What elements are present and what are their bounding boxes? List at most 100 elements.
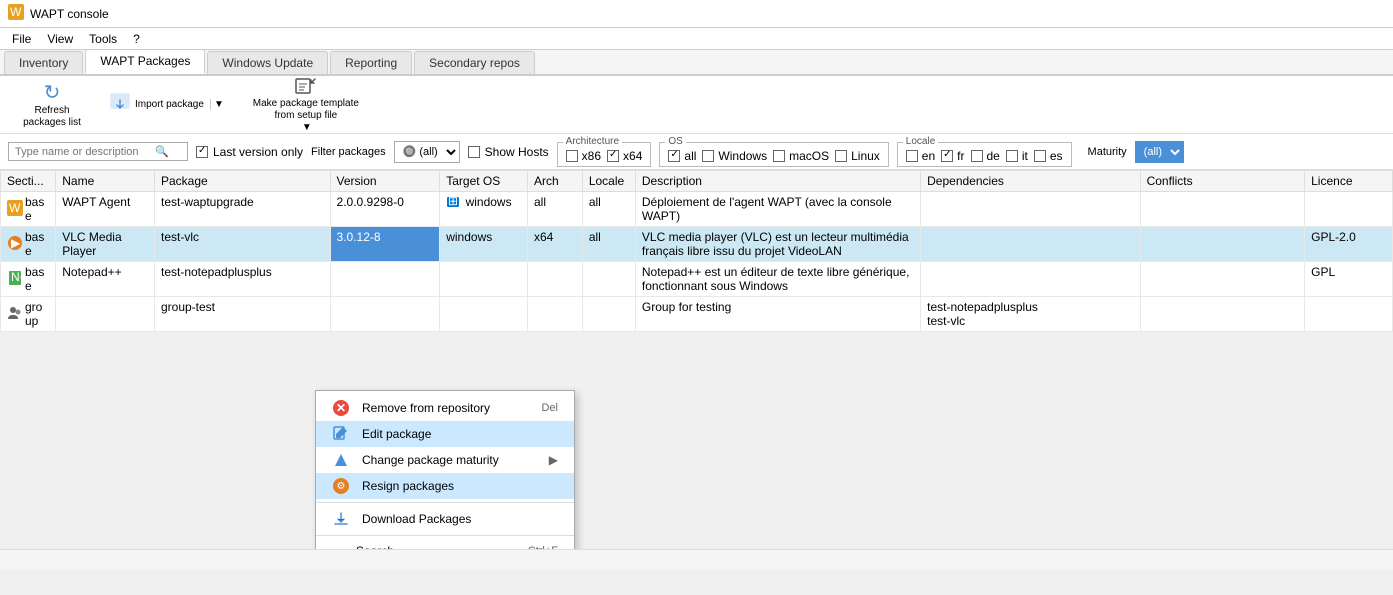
table-row[interactable]: N++ bas e Notepad++ test-notepadplusplus… <box>1 262 1393 297</box>
os-linux-label[interactable]: Linux <box>835 149 880 163</box>
ctx-change-maturity[interactable]: Change package maturity ▶ <box>316 447 574 473</box>
os-macos-checkbox[interactable] <box>773 150 785 162</box>
cell-package-3: group-test <box>154 297 330 332</box>
locale-es-checkbox[interactable] <box>1034 150 1046 162</box>
locale-de-checkbox[interactable] <box>971 150 983 162</box>
tab-reporting[interactable]: Reporting <box>330 51 412 74</box>
cell-conflicts-3 <box>1140 297 1305 332</box>
title-bar-text: WAPT console <box>30 7 109 21</box>
last-version-checkbox[interactable] <box>196 146 208 158</box>
locale-fr-checkbox[interactable] <box>941 150 953 162</box>
search-input[interactable] <box>15 146 155 158</box>
col-header-name[interactable]: Name <box>56 171 155 192</box>
menu-help[interactable]: ? <box>125 30 148 48</box>
os-windows-label[interactable]: Windows <box>702 149 767 163</box>
filter-packages-label: Filter packages <box>311 146 386 158</box>
locale-items: en fr de it es <box>906 149 1063 163</box>
col-header-locale[interactable]: Locale <box>582 171 635 192</box>
tab-inventory[interactable]: Inventory <box>4 51 83 74</box>
col-header-description[interactable]: Description <box>635 171 920 192</box>
cell-version-2 <box>330 262 440 297</box>
table-header-row: Secti... Name Package Version Target OS … <box>1 171 1393 192</box>
cell-package-2: test-notepadplusplus <box>154 262 330 297</box>
table-row[interactable]: W bas e WAPT Agent test-waptupgrade 2.0.… <box>1 192 1393 227</box>
last-version-checkbox-container[interactable]: Last version only <box>196 145 303 159</box>
refresh-packages-button[interactable]: ↻ Refresh packages list <box>8 80 96 130</box>
search-icon: 🔍 <box>155 145 169 158</box>
menu-view[interactable]: View <box>39 30 81 48</box>
template-dropdown-arrow[interactable]: ▼ <box>302 122 312 133</box>
last-version-label: Last version only <box>213 145 303 159</box>
col-header-targetos[interactable]: Target OS <box>440 171 528 192</box>
cell-desc-0: Déploiement de l'agent WAPT (avec la con… <box>635 192 920 227</box>
show-hosts-checkbox-container[interactable]: Show Hosts <box>468 145 549 159</box>
architecture-group: Architecture x86 x64 <box>557 142 652 167</box>
menu-tools[interactable]: Tools <box>81 30 125 48</box>
import-package-button[interactable]: Import package ▼ <box>100 80 233 130</box>
os-all-label[interactable]: all <box>668 149 696 163</box>
menu-bar: File View Tools ? <box>0 28 1393 50</box>
col-header-arch[interactable]: Arch <box>527 171 582 192</box>
make-template-button[interactable]: Make package template from setup file ▼ <box>237 80 375 130</box>
cell-locale-1: all <box>582 227 635 262</box>
cell-name-0: WAPT Agent <box>56 192 155 227</box>
locale-de-label[interactable]: de <box>971 149 1000 163</box>
submenu-arrow: ▶ <box>549 453 558 467</box>
tab-secondary-repos[interactable]: Secondary repos <box>414 51 535 74</box>
locale-es-label[interactable]: es <box>1034 149 1063 163</box>
filter-select[interactable]: 🔘 (all) <box>394 141 460 163</box>
cell-deps-3: test-notepadplusplus test-vlc <box>921 297 1140 332</box>
os-windows-checkbox[interactable] <box>702 150 714 162</box>
cell-version-1: 3.0.12-8 <box>330 227 440 262</box>
svg-text:⊞: ⊞ <box>448 196 458 208</box>
locale-it-label[interactable]: it <box>1006 149 1028 163</box>
locale-en-checkbox[interactable] <box>906 150 918 162</box>
cell-deps-0 <box>921 192 1140 227</box>
cell-licence-3 <box>1305 297 1393 332</box>
arch-x64-label[interactable]: x64 <box>607 149 642 163</box>
table-section: Secti... Name Package Version Target OS … <box>0 170 1393 549</box>
os-all-checkbox[interactable] <box>668 150 680 162</box>
cell-targetos-0: ⊞ windows <box>440 192 528 227</box>
row-icon-notepad: N++ <box>7 270 23 289</box>
os-macos-label[interactable]: macOS <box>773 149 829 163</box>
remove-icon: ✕ <box>332 400 350 416</box>
edit-icon <box>332 426 350 442</box>
locale-en-label[interactable]: en <box>906 149 935 163</box>
cell-arch-0: all <box>527 192 582 227</box>
table-row[interactable]: gro up group-test Group for testing test… <box>1 297 1393 332</box>
arch-x64-checkbox[interactable] <box>607 150 619 162</box>
show-hosts-checkbox[interactable] <box>468 146 480 158</box>
cell-targetos-3 <box>440 297 528 332</box>
arch-x86-label[interactable]: x86 <box>566 149 601 163</box>
import-dropdown-arrow[interactable]: ▼ <box>210 99 224 110</box>
arch-x86-checkbox[interactable] <box>566 150 578 162</box>
col-header-licence[interactable]: Licence <box>1305 171 1393 192</box>
col-header-section[interactable]: Secti... <box>1 171 56 192</box>
col-header-version[interactable]: Version <box>330 171 440 192</box>
cell-desc-2: Notepad++ est un éditeur de texte libre … <box>635 262 920 297</box>
ctx-download[interactable]: Download Packages <box>316 506 574 532</box>
os-linux-checkbox[interactable] <box>835 150 847 162</box>
tab-windows-update[interactable]: Windows Update <box>207 51 328 74</box>
col-header-conflicts[interactable]: Conflicts <box>1140 171 1305 192</box>
col-header-package[interactable]: Package <box>154 171 330 192</box>
locale-group: Locale en fr de it <box>897 142 1072 167</box>
download-icon <box>332 511 350 527</box>
ctx-remove[interactable]: ✕ Remove from repository Del <box>316 395 574 421</box>
tab-wapt-packages[interactable]: WAPT Packages <box>85 49 205 74</box>
ctx-edit[interactable]: Edit package <box>316 421 574 447</box>
cell-version-0: 2.0.0.9298-0 <box>330 192 440 227</box>
locale-fr-label[interactable]: fr <box>941 149 964 163</box>
search-container: 🔍 <box>8 142 188 161</box>
table-row[interactable]: ▶ bas e VLC Media Player test-vlc 3.0.12… <box>1 227 1393 262</box>
locale-it-checkbox[interactable] <box>1006 150 1018 162</box>
menu-file[interactable]: File <box>4 30 39 48</box>
col-header-dependencies[interactable]: Dependencies <box>921 171 1140 192</box>
ctx-search[interactable]: Search... Ctrl+F <box>316 539 574 549</box>
os-group: OS all Windows macOS Linux <box>659 142 888 167</box>
row-icon-wapt: W <box>7 200 23 219</box>
ctx-resign[interactable]: ⚙ Resign packages <box>316 473 574 499</box>
maturity-select[interactable]: (all) <box>1135 141 1184 163</box>
cell-name-3 <box>56 297 155 332</box>
